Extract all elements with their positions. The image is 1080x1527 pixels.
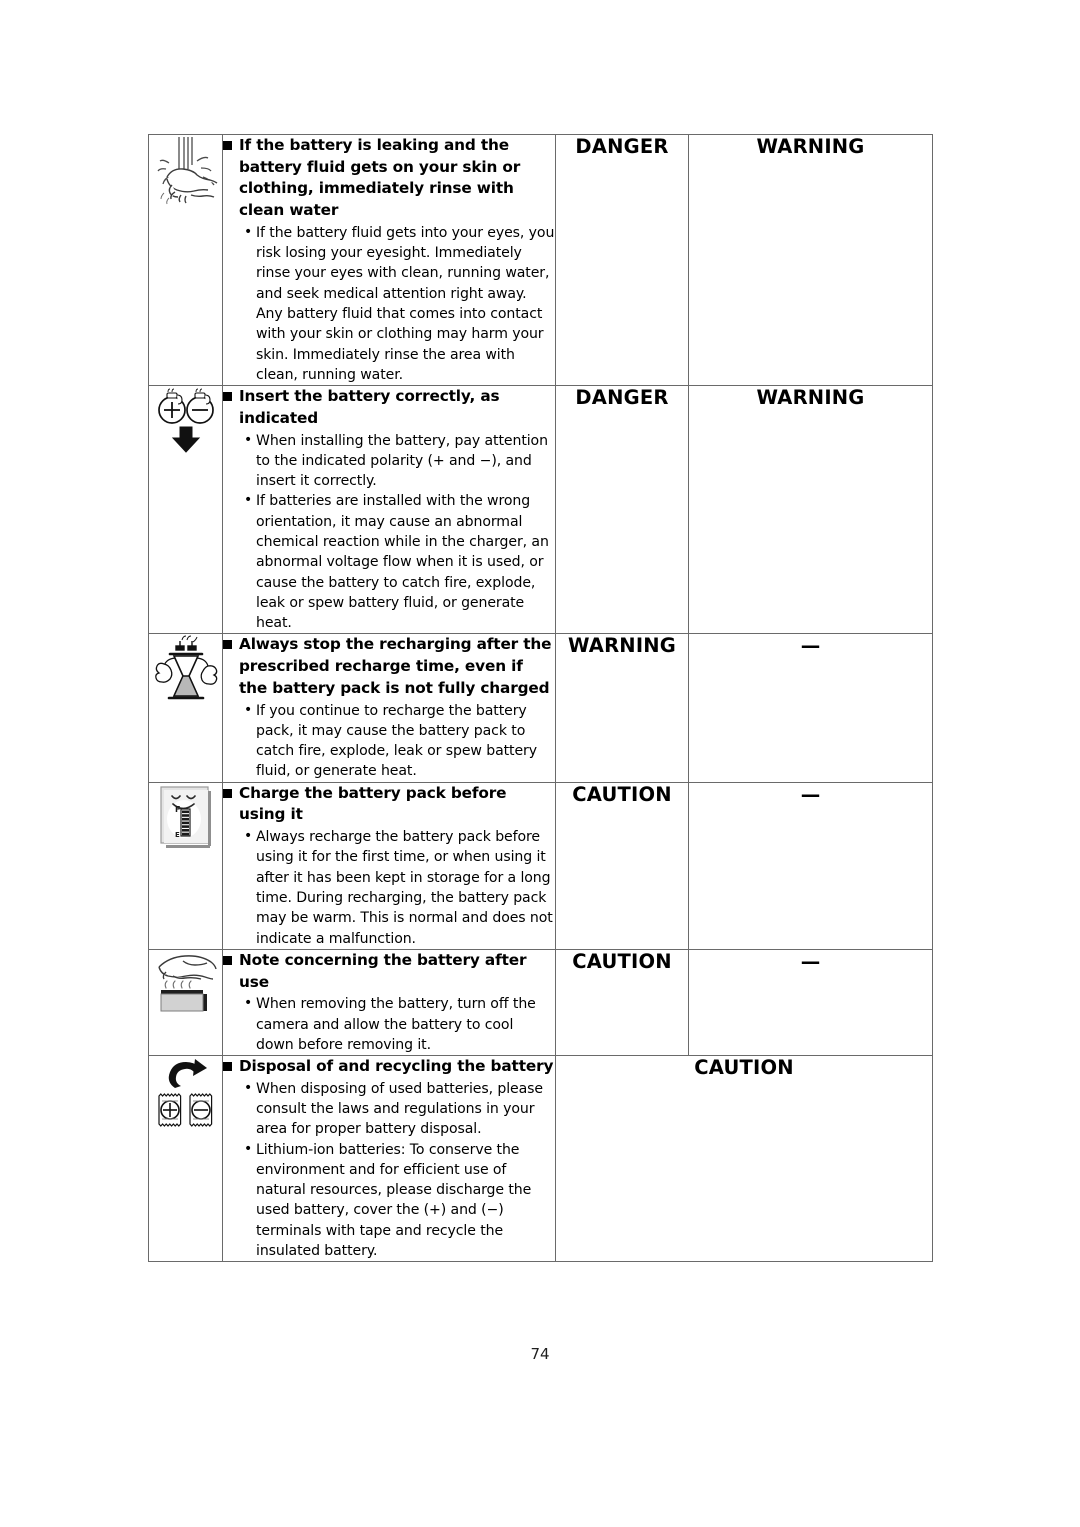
icon-cell: F E <box>148 781 223 950</box>
instruction-cell: Note concerning the battery after use Wh… <box>222 948 556 1057</box>
list-item: Always recharge the battery pack before … <box>244 826 555 949</box>
instruction-points: Always recharge the battery pack before … <box>223 826 555 949</box>
battery-charge-gauge-icon: F E <box>153 783 219 855</box>
instruction-heading: Note concerning the battery after use <box>223 950 555 993</box>
list-item: If you continue to recharge the battery … <box>244 700 555 782</box>
square-bullet-icon <box>223 955 232 965</box>
square-bullet-icon <box>223 1062 232 1072</box>
warning-level-cell-narrow: — <box>688 948 933 1057</box>
list-item: Lithium-ion batteries: To conserve the e… <box>244 1139 555 1262</box>
svg-text:E: E <box>175 831 180 839</box>
icon-cell <box>148 1055 223 1263</box>
icon-cell <box>148 633 223 783</box>
table-row: Always stop the recharging after the pre… <box>148 633 933 783</box>
warning-level-cell: — <box>688 781 933 950</box>
list-item: If batteries are installed with the wron… <box>244 490 555 633</box>
instruction-heading: Insert the battery correctly, as indicat… <box>223 386 555 429</box>
danger-level-cell: DANGER <box>555 385 689 635</box>
page-number: 74 <box>530 1345 550 1363</box>
caution-level-cell-wide: CAUTION <box>555 948 689 1057</box>
warning-level-cell: — <box>688 633 933 783</box>
danger-level-cell: WARNING <box>555 633 689 783</box>
table-row: F E Charge the battery pack before using… <box>148 781 933 950</box>
table-row: Disposal of and recycling the battery Wh… <box>148 1055 933 1263</box>
instruction-points: When installing the battery, pay attenti… <box>223 430 555 634</box>
icon-cell <box>148 948 223 1057</box>
battery-safety-table: If the battery is leaking and the batter… <box>148 133 933 1263</box>
instruction-cell: Disposal of and recycling the battery Wh… <box>222 1055 556 1263</box>
document-page: If the battery is leaking and the batter… <box>0 0 1080 1527</box>
square-bullet-icon <box>223 392 232 402</box>
instruction-heading: Disposal of and recycling the battery <box>223 1056 555 1078</box>
square-bullet-icon <box>223 640 232 650</box>
hot-battery-hand-icon <box>153 950 219 1016</box>
table-row: Insert the battery correctly, as indicat… <box>148 385 933 635</box>
instruction-points: If the battery fluid gets into your eyes… <box>223 222 555 385</box>
instruction-heading: Always stop the recharging after the pre… <box>223 634 555 699</box>
instruction-points: When disposing of used batteries, please… <box>223 1078 555 1262</box>
instruction-points: If you continue to recharge the battery … <box>223 700 555 782</box>
instruction-cell: Charge the battery pack before using it … <box>222 781 556 950</box>
warning-level-cell: WARNING <box>688 385 933 635</box>
rinse-hand-under-water-icon <box>153 135 219 207</box>
square-bullet-icon <box>223 788 232 798</box>
caution-level-cell-merged: CAUTION <box>555 1055 933 1263</box>
icon-cell <box>148 133 223 387</box>
instruction-cell: If the battery is leaking and the batter… <box>222 133 556 387</box>
battery-polarity-insert-icon <box>153 386 219 458</box>
battery-recycle-terminals-icon <box>153 1056 219 1146</box>
danger-level-cell: CAUTION <box>555 781 689 950</box>
instruction-points: When removing the battery, turn off the … <box>223 993 555 1055</box>
square-bullet-icon <box>223 141 232 150</box>
list-item: When removing the battery, turn off the … <box>244 993 555 1055</box>
instruction-heading: If the battery is leaking and the batter… <box>223 135 555 222</box>
icon-cell <box>148 385 223 635</box>
hourglass-stop-icon <box>153 634 219 706</box>
instruction-cell: Insert the battery correctly, as indicat… <box>222 385 556 635</box>
table-row: If the battery is leaking and the batter… <box>148 133 933 387</box>
list-item: When installing the battery, pay attenti… <box>244 430 555 492</box>
table-row: Note concerning the battery after use Wh… <box>148 948 933 1057</box>
list-item: When disposing of used batteries, please… <box>244 1078 555 1140</box>
instruction-cell: Always stop the recharging after the pre… <box>222 633 556 783</box>
list-item: If the battery fluid gets into your eyes… <box>244 222 555 385</box>
svg-text:F: F <box>175 805 180 814</box>
instruction-heading: Charge the battery pack before using it <box>223 783 555 826</box>
warning-level-cell: WARNING <box>688 133 933 387</box>
danger-level-cell: DANGER <box>555 133 689 387</box>
